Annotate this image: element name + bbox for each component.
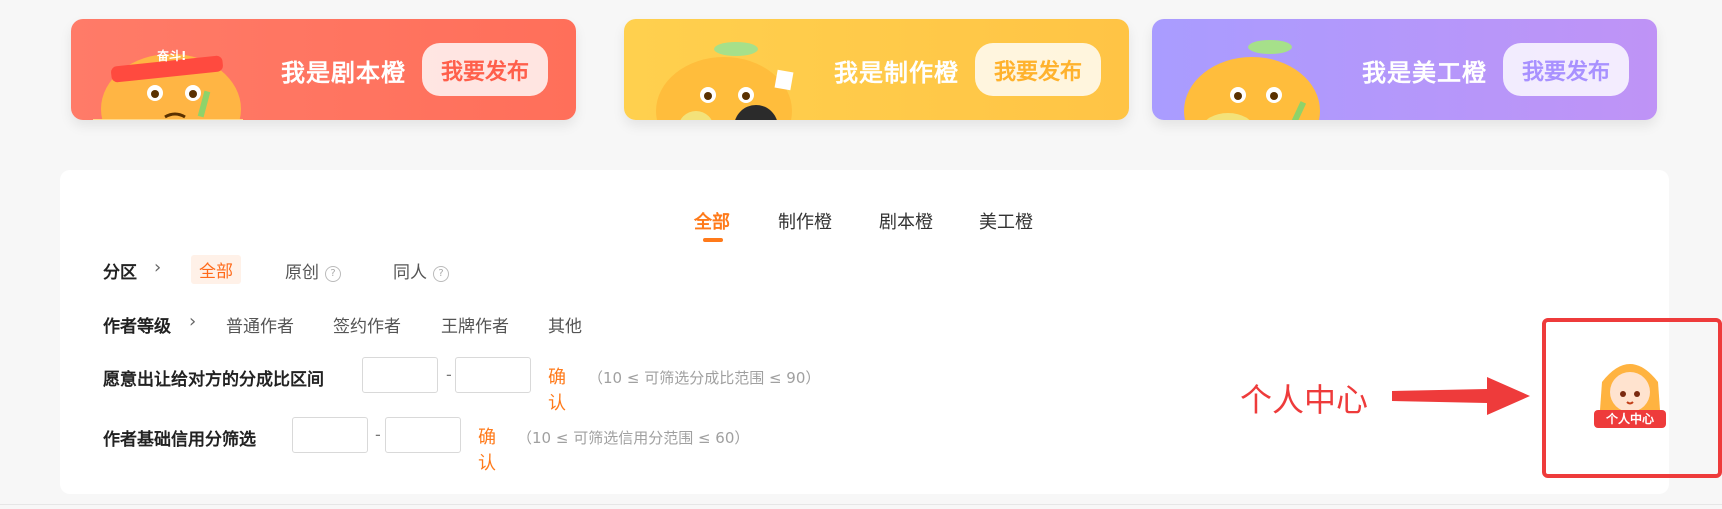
- personal-center-label: 个人中心: [1605, 411, 1654, 426]
- chevron-right-icon: ›: [189, 311, 197, 332]
- share-min-input[interactable]: [362, 357, 438, 393]
- filter-label: 愿意出让给对方的分成比区间: [103, 370, 324, 390]
- publish-button[interactable]: 我要发布: [975, 43, 1101, 96]
- publish-button[interactable]: 我要发布: [1503, 43, 1629, 96]
- filter-panel: 全部 制作橙 剧本橙 美工橙 分区 › 全部 原创? 同人? 作者等级 › 普通…: [60, 170, 1669, 494]
- credit-min-input[interactable]: [292, 417, 368, 453]
- confirm-button[interactable]: 确认: [548, 363, 566, 415]
- range-dash: -: [446, 365, 452, 384]
- tab-production[interactable]: 制作橙: [778, 208, 832, 234]
- filter-option-signed-author[interactable]: 签约作者: [333, 312, 401, 337]
- filter-label: 作者基础信用分筛选: [103, 430, 256, 450]
- help-icon[interactable]: ?: [325, 266, 341, 282]
- annotation-label: 个人中心: [1240, 381, 1369, 419]
- orange-mascot-icon: [1184, 40, 1320, 120]
- filter-label: 作者等级: [103, 317, 171, 337]
- arrow-right-icon: [1392, 377, 1530, 415]
- chevron-right-icon: ›: [154, 257, 162, 278]
- tab-script[interactable]: 剧本橙: [879, 208, 933, 234]
- banner-production: 我是制作橙 我要发布: [624, 19, 1129, 120]
- filter-option-all[interactable]: 全部: [191, 255, 241, 284]
- tab-art[interactable]: 美工橙: [979, 208, 1033, 234]
- filter-option-ace-author[interactable]: 王牌作者: [441, 312, 509, 337]
- banner-art: 我是美工橙 我要发布: [1152, 19, 1657, 120]
- filter-option-other[interactable]: 其他: [548, 312, 582, 337]
- confirm-button[interactable]: 确认: [478, 423, 496, 475]
- help-icon[interactable]: ?: [433, 266, 449, 282]
- category-tabs: 全部 制作橙 剧本橙 美工橙: [60, 208, 1669, 242]
- banner-title: 我是剧本橙: [281, 59, 406, 87]
- tab-active-indicator: [703, 238, 723, 242]
- share-max-input[interactable]: [455, 357, 531, 393]
- banner-script: 奋斗! 我是剧本橙 我要发布: [71, 19, 576, 120]
- credit-max-input[interactable]: [385, 417, 461, 453]
- range-hint: （10 ≤ 可筛选分成比范围 ≤ 90）: [588, 369, 821, 387]
- tab-all[interactable]: 全部: [694, 208, 730, 234]
- personal-center-button[interactable]: 个人中心: [1590, 350, 1670, 440]
- option-label: 同人: [393, 263, 427, 283]
- avatar-icon: 个人中心: [1594, 364, 1666, 428]
- range-dash: -: [375, 425, 381, 444]
- divider: [0, 504, 1722, 505]
- option-label: 原创: [285, 263, 319, 283]
- mascot-badge: 奋斗!: [156, 48, 186, 63]
- publish-button[interactable]: 我要发布: [422, 43, 548, 96]
- filter-option-normal-author[interactable]: 普通作者: [226, 312, 294, 337]
- filter-label: 分区: [103, 263, 137, 283]
- banner-title: 我是美工橙: [1362, 59, 1487, 87]
- filter-option-original[interactable]: 原创?: [285, 258, 341, 283]
- orange-mascot-icon: [656, 42, 794, 120]
- filter-option-fan[interactable]: 同人?: [393, 258, 449, 283]
- range-hint: （10 ≤ 可筛选信用分范围 ≤ 60）: [517, 429, 750, 447]
- banner-title: 我是制作橙: [834, 59, 959, 87]
- orange-mascot-icon: 奋斗!: [93, 48, 243, 120]
